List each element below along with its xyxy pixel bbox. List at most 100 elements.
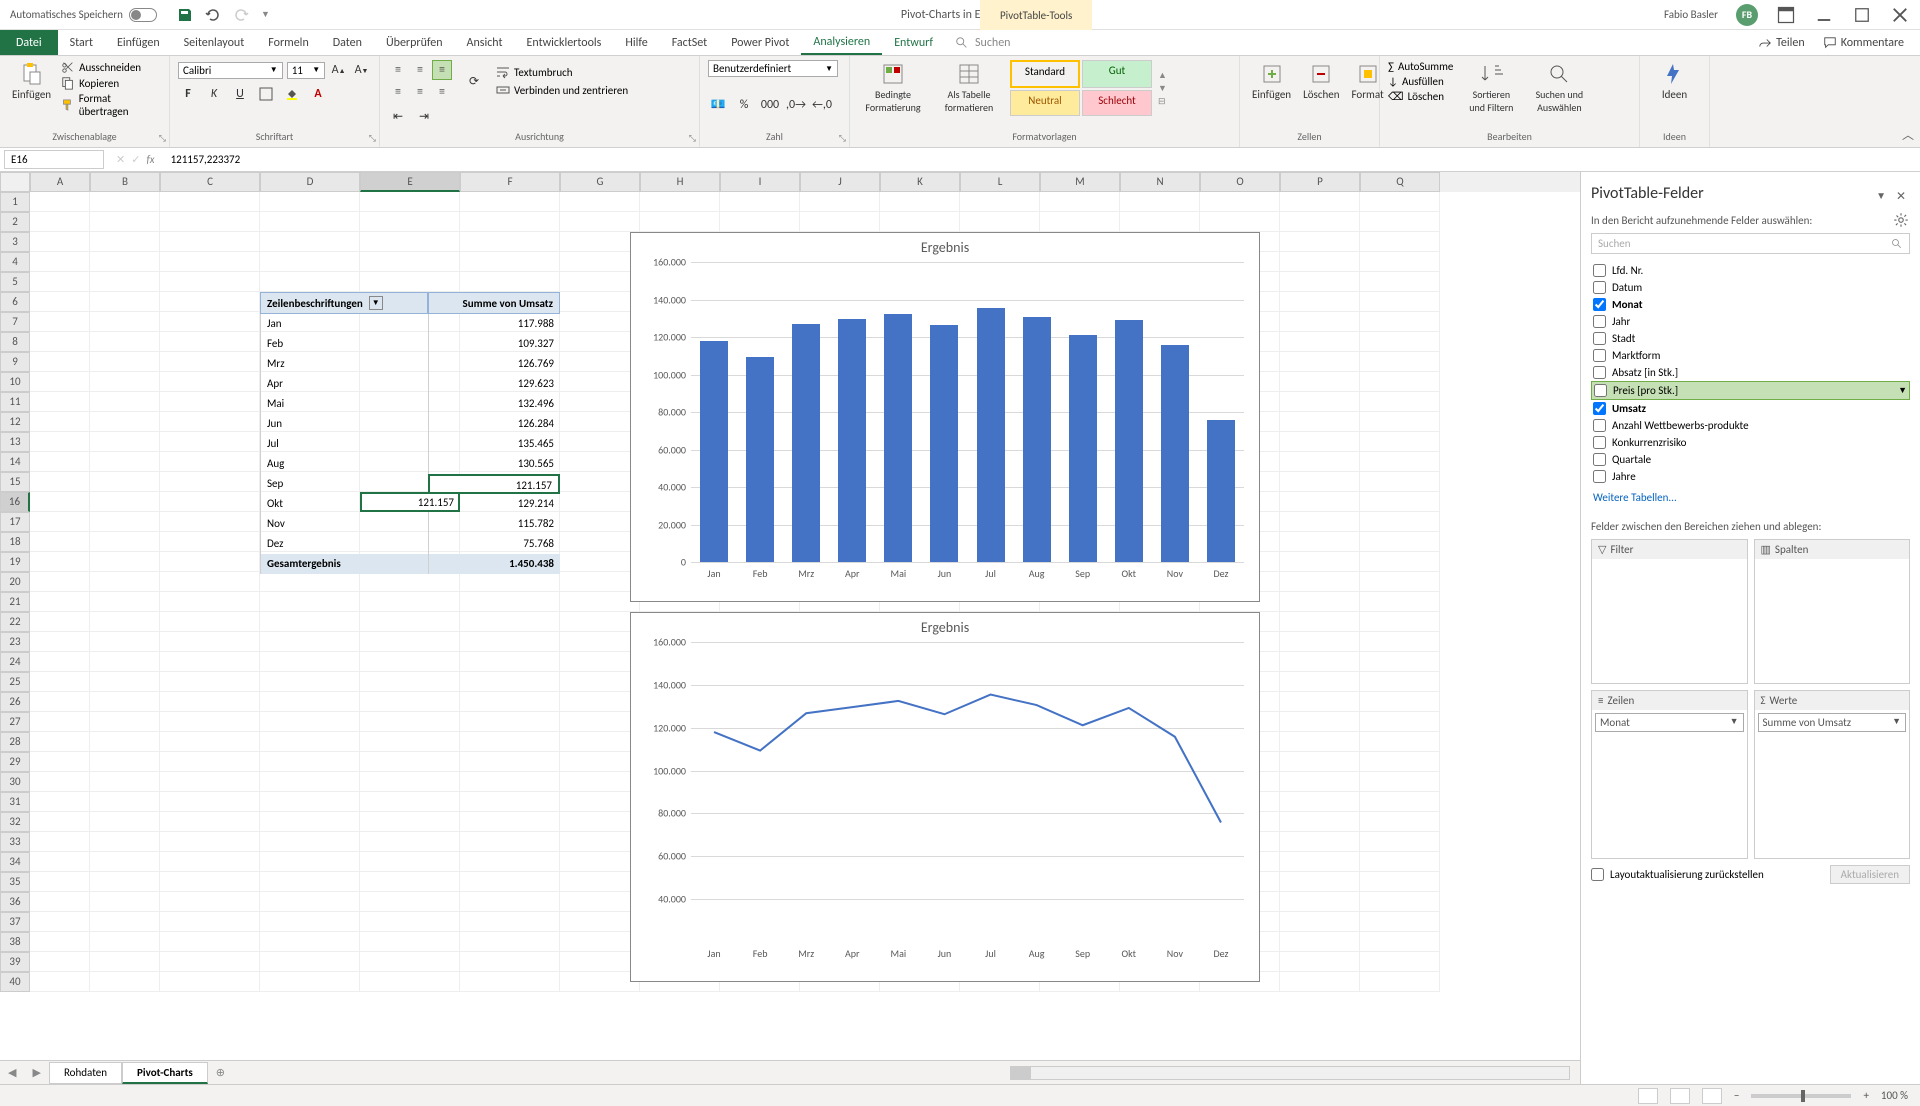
autosum-button[interactable]: ∑AutoSumme [1388, 60, 1453, 73]
merge-button[interactable]: Verbinden und zentrieren [496, 83, 628, 97]
cell[interactable] [1280, 332, 1360, 352]
align-bottom-right[interactable]: ≡ [432, 82, 452, 102]
field-item[interactable]: Konkurrenzrisiko [1591, 434, 1910, 451]
cell[interactable] [560, 572, 640, 592]
cell[interactable] [30, 792, 90, 812]
cell[interactable] [880, 212, 960, 232]
cell[interactable] [260, 652, 360, 672]
ribbon-display-icon[interactable] [1776, 5, 1796, 25]
dialog-launcher-icon[interactable]: ⤡ [369, 133, 376, 144]
cell[interactable] [1280, 452, 1360, 472]
cell[interactable] [260, 732, 360, 752]
columns-drop-zone[interactable]: ▥Spalten [1754, 539, 1911, 684]
cell[interactable] [1280, 932, 1360, 952]
dialog-launcher-icon[interactable]: ⤡ [159, 133, 166, 144]
cell[interactable] [360, 812, 460, 832]
cell[interactable] [30, 592, 90, 612]
column-header[interactable]: N [1120, 172, 1200, 192]
pivot-row-value[interactable]: 130.565 [428, 454, 560, 474]
bar[interactable] [1161, 345, 1189, 562]
sheet-nav-next[interactable]: ▶ [24, 1066, 48, 1079]
bar[interactable] [1069, 335, 1097, 562]
cell[interactable] [30, 812, 90, 832]
bar[interactable] [1207, 420, 1235, 562]
pivot-row-label[interactable]: Feb [260, 334, 428, 354]
field-checkbox[interactable] [1593, 419, 1606, 432]
increase-indent[interactable]: ⇥ [414, 106, 434, 126]
cell[interactable] [560, 592, 640, 612]
tab-power pivot[interactable]: Power Pivot [719, 30, 801, 55]
cell[interactable] [360, 592, 460, 612]
cell[interactable] [360, 932, 460, 952]
cell[interactable] [360, 892, 460, 912]
row-header[interactable]: 14 [0, 452, 30, 472]
pivot-row-value[interactable]: 129.623 [428, 374, 560, 394]
row-header[interactable]: 18 [0, 532, 30, 552]
cell[interactable] [260, 612, 360, 632]
font-size-combo[interactable]: 11▼ [287, 62, 325, 79]
cell[interactable] [30, 692, 90, 712]
cell[interactable] [360, 672, 460, 692]
cell[interactable] [90, 492, 160, 512]
cell[interactable] [30, 332, 90, 352]
cell[interactable] [1280, 732, 1360, 752]
cell[interactable] [360, 252, 460, 272]
cell[interactable] [1360, 952, 1440, 972]
cell[interactable] [1280, 892, 1360, 912]
cell[interactable] [360, 732, 460, 752]
row-header[interactable]: 5 [0, 272, 30, 292]
cell[interactable] [30, 932, 90, 952]
cell[interactable] [1360, 632, 1440, 652]
cell[interactable] [1360, 792, 1440, 812]
cell[interactable] [260, 892, 360, 912]
cell[interactable] [30, 252, 90, 272]
minimize-icon[interactable] [1814, 5, 1834, 25]
cell[interactable] [560, 972, 640, 992]
cell[interactable] [160, 892, 260, 912]
cell[interactable] [360, 272, 460, 292]
cell[interactable] [1280, 872, 1360, 892]
cell[interactable] [360, 212, 460, 232]
cell[interactable] [90, 352, 160, 372]
row-header[interactable]: 11 [0, 392, 30, 412]
field-item[interactable]: Monat [1591, 296, 1910, 313]
cell[interactable] [90, 932, 160, 952]
pivot-row-label[interactable]: Jun [260, 414, 428, 434]
cell[interactable] [1280, 512, 1360, 532]
cell[interactable] [560, 952, 640, 972]
chevron-down-icon[interactable]: ▼ [1898, 385, 1907, 396]
bold-button[interactable]: F [178, 84, 198, 104]
cell[interactable] [160, 632, 260, 652]
cell[interactable] [360, 572, 460, 592]
cell[interactable] [560, 752, 640, 772]
cell[interactable] [1360, 512, 1440, 532]
cell[interactable] [360, 972, 460, 992]
cell[interactable] [160, 732, 260, 752]
cell[interactable] [460, 812, 560, 832]
cell[interactable] [460, 232, 560, 252]
cell[interactable] [1280, 412, 1360, 432]
cell[interactable] [160, 212, 260, 232]
save-icon[interactable] [177, 7, 193, 23]
cell[interactable] [160, 832, 260, 852]
cell[interactable] [1360, 432, 1440, 452]
row-header[interactable]: 1 [0, 192, 30, 212]
cell[interactable] [360, 232, 460, 252]
cell[interactable] [1280, 472, 1360, 492]
tab-start[interactable]: Start [58, 30, 105, 55]
tab-einfügen[interactable]: Einfügen [105, 30, 172, 55]
cell[interactable] [90, 572, 160, 592]
row-header[interactable]: 15 [0, 472, 30, 492]
row-header[interactable]: 40 [0, 972, 30, 992]
cell[interactable] [160, 712, 260, 732]
sheet-nav-prev[interactable]: ◀ [0, 1066, 24, 1079]
dialog-launcher-icon[interactable]: ⤡ [839, 133, 846, 144]
cell[interactable] [160, 392, 260, 412]
cell[interactable] [260, 252, 360, 272]
column-header[interactable]: O [1200, 172, 1280, 192]
row-header[interactable]: 27 [0, 712, 30, 732]
cell[interactable] [260, 592, 360, 612]
cell[interactable]: 121.157 [360, 492, 460, 512]
cell[interactable] [90, 952, 160, 972]
fill-button[interactable]: ↓Ausfüllen [1388, 75, 1453, 88]
